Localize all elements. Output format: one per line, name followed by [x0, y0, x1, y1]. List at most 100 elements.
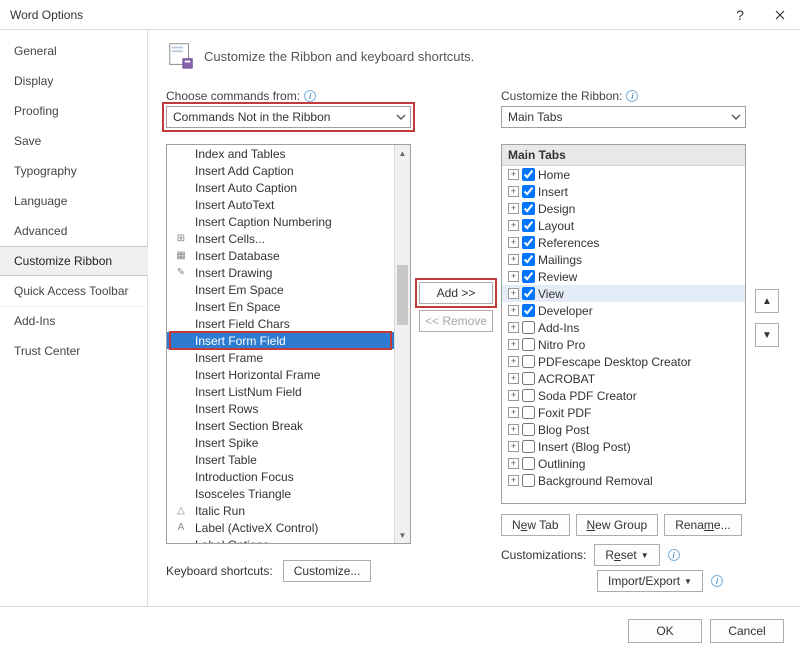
ribbon-tree[interactable]: Main Tabs +Home+Insert+Design+Layout+Ref… [501, 144, 746, 504]
tree-item[interactable]: +Review [502, 268, 745, 285]
nav-item-quick-access-toolbar[interactable]: Quick Access Toolbar [0, 276, 148, 306]
info-icon[interactable]: i [626, 90, 638, 102]
command-item[interactable]: ALabel (ActiveX Control) [167, 519, 410, 536]
remove-button[interactable]: << Remove [419, 310, 493, 332]
nav-item-display[interactable]: Display [0, 66, 148, 96]
tree-item[interactable]: +Nitro Pro [502, 336, 745, 353]
expand-icon[interactable]: + [508, 271, 519, 282]
expand-icon[interactable]: + [508, 458, 519, 469]
command-item[interactable]: Label Options... [167, 536, 410, 544]
customize-shortcuts-button[interactable]: Customize... [283, 560, 372, 582]
tree-item[interactable]: +PDFescape Desktop Creator [502, 353, 745, 370]
command-item[interactable]: Insert Rows [167, 400, 410, 417]
tree-checkbox[interactable] [522, 253, 535, 266]
expand-icon[interactable]: + [508, 390, 519, 401]
ok-button[interactable]: OK [628, 619, 702, 643]
command-item[interactable]: Insert Table [167, 451, 410, 468]
tree-item[interactable]: +View [502, 285, 745, 302]
choose-commands-combo[interactable]: Commands Not in the Ribbon [166, 106, 411, 128]
command-item[interactable]: Insert Frame [167, 349, 410, 366]
tree-checkbox[interactable] [522, 304, 535, 317]
scroll-down-icon[interactable]: ▼ [395, 527, 410, 543]
command-item[interactable]: Insert ListNum Field [167, 383, 410, 400]
expand-icon[interactable]: + [508, 203, 519, 214]
tree-checkbox[interactable] [522, 457, 535, 470]
nav-item-typography[interactable]: Typography [0, 156, 148, 186]
tree-item[interactable]: +Soda PDF Creator [502, 387, 745, 404]
command-item[interactable]: Isosceles Triangle [167, 485, 410, 502]
command-item[interactable]: Insert Spike [167, 434, 410, 451]
tree-checkbox[interactable] [522, 270, 535, 283]
expand-icon[interactable]: + [508, 441, 519, 452]
scroll-up-icon[interactable]: ▲ [395, 145, 410, 161]
tree-item[interactable]: +Design [502, 200, 745, 217]
command-item[interactable]: ▦Insert Database [167, 247, 410, 264]
expand-icon[interactable]: + [508, 339, 519, 350]
command-item[interactable]: Insert Auto Caption [167, 179, 410, 196]
tree-checkbox[interactable] [522, 236, 535, 249]
move-down-button[interactable]: ▼ [755, 323, 779, 347]
tree-item[interactable]: +Blog Post [502, 421, 745, 438]
expand-icon[interactable]: + [508, 288, 519, 299]
tree-item[interactable]: +Layout [502, 217, 745, 234]
tree-item[interactable]: +Add-Ins [502, 319, 745, 336]
expand-icon[interactable]: + [508, 475, 519, 486]
tree-checkbox[interactable] [522, 355, 535, 368]
rename-button[interactable]: Rename... [664, 514, 741, 536]
expand-icon[interactable]: + [508, 424, 519, 435]
tree-item[interactable]: +Developer [502, 302, 745, 319]
reset-button[interactable]: Reset ▼ [594, 544, 659, 566]
help-button[interactable]: ? [720, 0, 760, 30]
tree-item[interactable]: +Insert (Blog Post) [502, 438, 745, 455]
close-button[interactable] [760, 0, 800, 30]
command-item[interactable]: Index and Tables [167, 145, 410, 162]
tree-checkbox[interactable] [522, 440, 535, 453]
tree-item[interactable]: +References [502, 234, 745, 251]
expand-icon[interactable]: + [508, 356, 519, 367]
command-item[interactable]: △Italic Run [167, 502, 410, 519]
expand-icon[interactable]: + [508, 305, 519, 316]
expand-icon[interactable]: + [508, 237, 519, 248]
nav-item-add-ins[interactable]: Add-Ins [0, 306, 148, 336]
command-item[interactable]: Insert En Space [167, 298, 410, 315]
command-item[interactable]: Insert AutoText [167, 196, 410, 213]
nav-item-proofing[interactable]: Proofing [0, 96, 148, 126]
tree-checkbox[interactable] [522, 185, 535, 198]
expand-icon[interactable]: + [508, 220, 519, 231]
tree-checkbox[interactable] [522, 168, 535, 181]
tree-checkbox[interactable] [522, 389, 535, 402]
info-icon[interactable]: i [668, 549, 680, 561]
command-item[interactable]: Introduction Focus [167, 468, 410, 485]
nav-item-general[interactable]: General [0, 36, 148, 66]
tree-item[interactable]: +Foxit PDF [502, 404, 745, 421]
tree-checkbox[interactable] [522, 423, 535, 436]
scroll-thumb[interactable] [397, 265, 408, 325]
tree-item[interactable]: +Background Removal [502, 472, 745, 489]
expand-icon[interactable]: + [508, 373, 519, 384]
add-button[interactable]: Add >> [419, 282, 493, 304]
expand-icon[interactable]: + [508, 186, 519, 197]
tree-checkbox[interactable] [522, 372, 535, 385]
expand-icon[interactable]: + [508, 407, 519, 418]
cancel-button[interactable]: Cancel [710, 619, 784, 643]
command-item[interactable]: Insert Em Space [167, 281, 410, 298]
commands-listbox[interactable]: Index and TablesInsert Add CaptionInsert… [166, 144, 411, 544]
tree-item[interactable]: +ACROBAT [502, 370, 745, 387]
nav-item-language[interactable]: Language [0, 186, 148, 216]
expand-icon[interactable]: + [508, 254, 519, 265]
command-item[interactable]: Insert Form Field [167, 332, 410, 349]
command-item[interactable]: Insert Field Chars [167, 315, 410, 332]
new-tab-button[interactable]: New Tab [501, 514, 570, 536]
tree-checkbox[interactable] [522, 287, 535, 300]
nav-item-trust-center[interactable]: Trust Center [0, 336, 148, 366]
command-item[interactable]: ✎Insert Drawing [167, 264, 410, 281]
command-item[interactable]: Insert Caption Numbering [167, 213, 410, 230]
info-icon[interactable]: i [304, 90, 316, 102]
tree-item[interactable]: +Outlining [502, 455, 745, 472]
nav-item-save[interactable]: Save [0, 126, 148, 156]
tree-item[interactable]: +Home [502, 166, 745, 183]
scrollbar[interactable]: ▲ ▼ [394, 145, 410, 543]
import-export-button[interactable]: Import/Export ▼ [597, 570, 703, 592]
expand-icon[interactable]: + [508, 322, 519, 333]
command-item[interactable]: Insert Horizontal Frame [167, 366, 410, 383]
